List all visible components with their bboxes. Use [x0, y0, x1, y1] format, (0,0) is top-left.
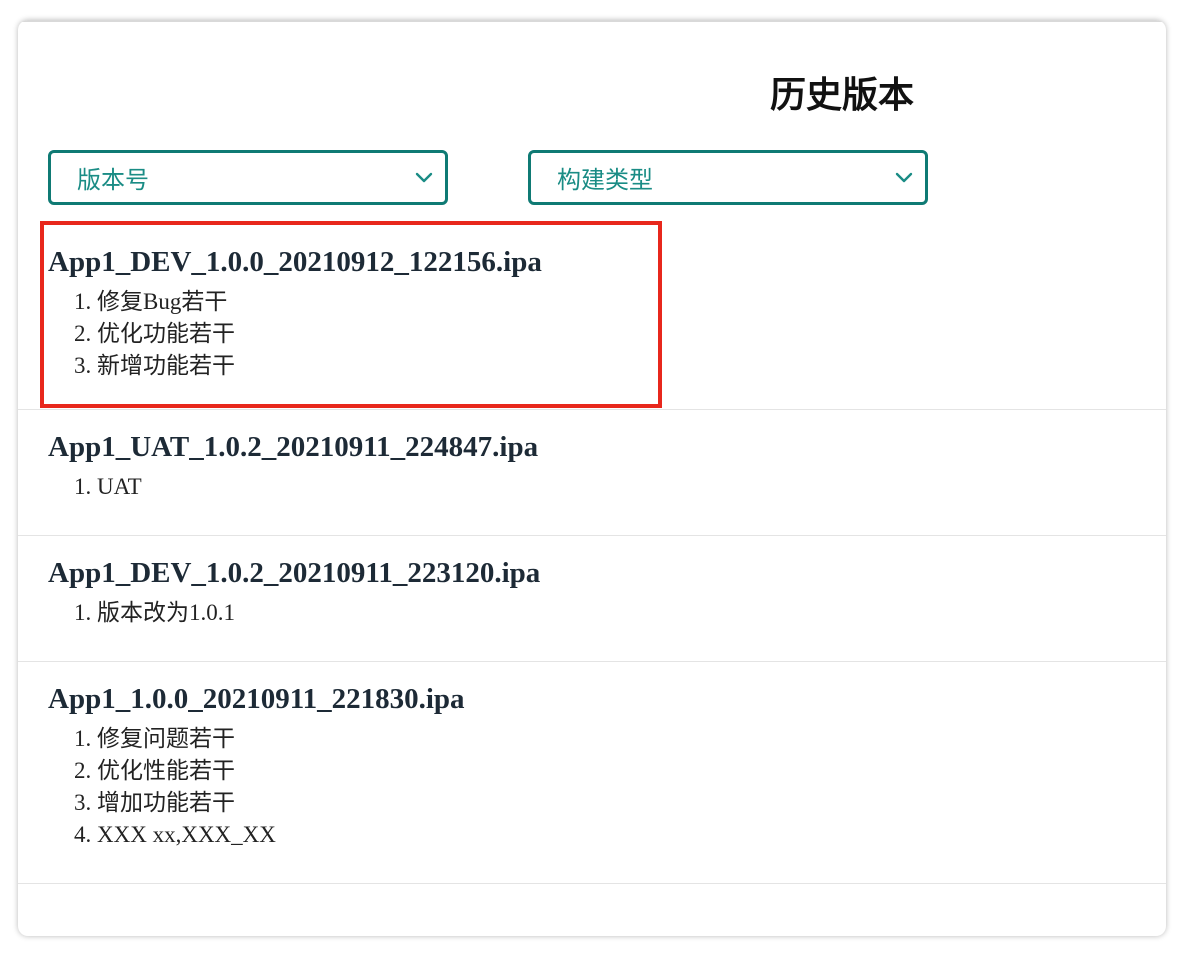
release-note: 1. 修复问题若干	[74, 726, 235, 751]
build-type-filter-label: 构建类型	[557, 166, 653, 194]
release-note: 3. 增加功能若干	[74, 790, 235, 815]
top-divider	[18, 20, 1166, 22]
release-note: 2. 优化性能若干	[74, 758, 235, 783]
version-item[interactable]: App1_1.0.0_20210911_221830.ipa 1. 修复问题若干…	[18, 662, 1166, 884]
release-note: 1. 版本改为1.0.1	[74, 600, 235, 625]
version-item[interactable]: App1_DEV_1.0.0_20210912_122156.ipa 1. 修复…	[18, 228, 1166, 410]
release-notes: 1. UAT	[74, 471, 1166, 503]
version-file-name[interactable]: App1_DEV_1.0.0_20210912_122156.ipa	[48, 244, 1166, 280]
release-note: 4. XXX xx,XXX_XX	[74, 822, 276, 847]
chevron-down-icon	[893, 167, 915, 189]
release-notes: 1. 修复问题若干 2. 优化性能若干 3. 增加功能若干 4. XXX xx,…	[74, 723, 1166, 851]
version-filter-label: 版本号	[77, 166, 149, 194]
version-file-name[interactable]: App1_DEV_1.0.2_20210911_223120.ipa	[48, 555, 1166, 591]
release-note: 2. 优化功能若干	[74, 321, 235, 346]
page-title: 历史版本	[770, 75, 915, 116]
chevron-down-icon	[413, 167, 435, 189]
release-notes: 1. 修复Bug若干 2. 优化功能若干 3. 新增功能若干	[74, 286, 1166, 382]
version-file-name[interactable]: App1_UAT_1.0.2_20210911_224847.ipa	[48, 429, 1166, 465]
release-note: 1. 修复Bug若干	[74, 289, 228, 314]
version-list: App1_DEV_1.0.0_20210912_122156.ipa 1. 修复…	[18, 228, 1166, 884]
release-note: 3. 新增功能若干	[74, 353, 235, 378]
version-file-name[interactable]: App1_1.0.0_20210911_221830.ipa	[48, 681, 1166, 717]
version-item[interactable]: App1_UAT_1.0.2_20210911_224847.ipa 1. UA…	[18, 410, 1166, 536]
version-filter-select[interactable]: 版本号	[48, 150, 448, 205]
release-notes: 1. 版本改为1.0.1	[74, 597, 1166, 629]
build-type-filter-select[interactable]: 构建类型	[528, 150, 928, 205]
version-item[interactable]: App1_DEV_1.0.2_20210911_223120.ipa 1. 版本…	[18, 536, 1166, 662]
release-note: 1. UAT	[74, 474, 142, 499]
app-window: 历史版本 版本号 构建类型 App1_DEV_1.0.0_20210912_12…	[18, 20, 1166, 936]
